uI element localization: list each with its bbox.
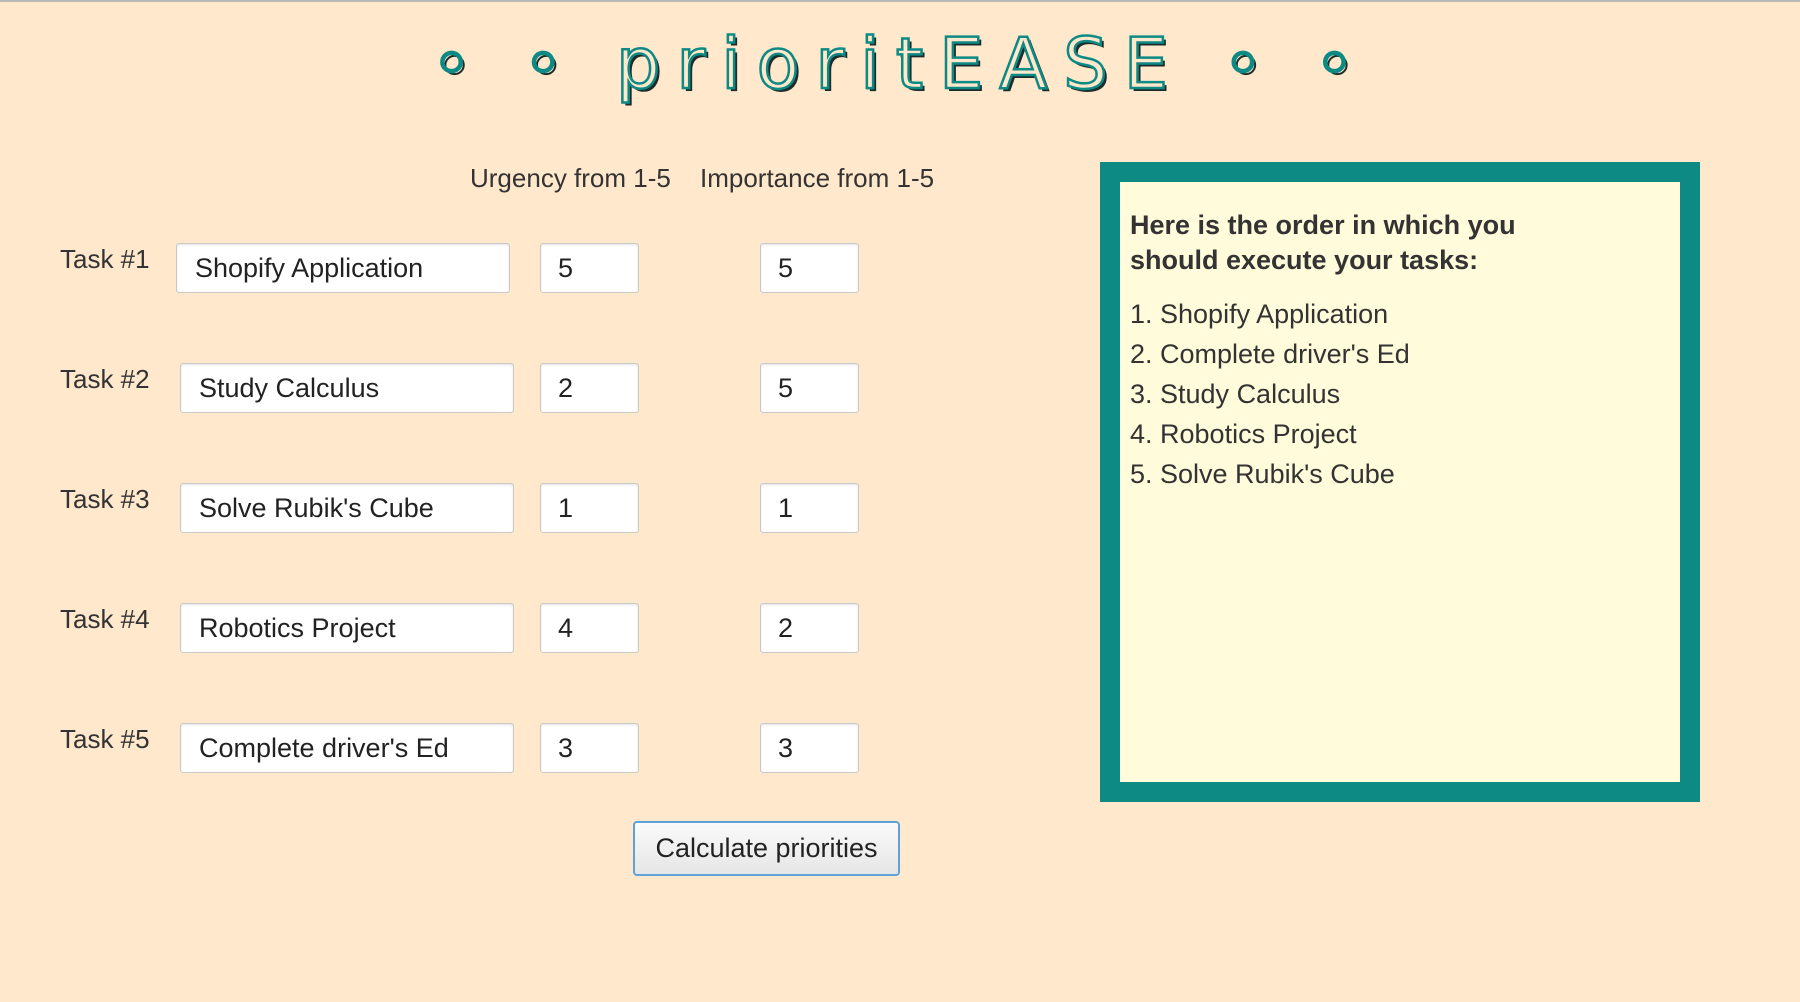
calculate-priorities-button[interactable]: Calculate priorities xyxy=(633,821,900,876)
window-top-border xyxy=(0,0,1800,2)
importance-column-header: Importance from 1-5 xyxy=(700,163,935,193)
task-2-name-input[interactable] xyxy=(180,363,514,413)
task-5-importance-input[interactable] xyxy=(760,723,859,773)
task-2-label: Task #2 xyxy=(60,364,150,394)
task-5-label: Task #5 xyxy=(60,724,150,754)
task-3-name-input[interactable] xyxy=(180,483,514,533)
result-panel: Here is the order in which you should ex… xyxy=(1100,162,1700,802)
app-title: ◦ ◦ prioritEASE ◦ ◦ xyxy=(0,20,1800,108)
priority-item-4: 4. Robotics Project xyxy=(1130,419,1357,449)
task-4-urgency-input[interactable] xyxy=(540,603,639,653)
title-dots-left: ◦ ◦ xyxy=(430,22,578,107)
task-5-name-input[interactable] xyxy=(180,723,514,773)
task-1-urgency-input[interactable] xyxy=(540,243,639,293)
urgency-column-header: Urgency from 1-5 xyxy=(470,163,671,193)
task-4-importance-input[interactable] xyxy=(760,603,859,653)
task-1-name-input[interactable] xyxy=(176,243,510,293)
task-4-name-input[interactable] xyxy=(180,603,514,653)
priority-item-3: 3. Study Calculus xyxy=(1130,379,1341,409)
task-2-importance-input[interactable] xyxy=(760,363,859,413)
task-3-label: Task #3 xyxy=(60,484,150,514)
priority-item-5: 5. Solve Rubik's Cube xyxy=(1130,459,1395,489)
title-dots-right: ◦ ◦ xyxy=(1221,22,1370,107)
task-1-label: Task #1 xyxy=(60,244,150,274)
task-3-urgency-input[interactable] xyxy=(540,483,639,533)
result-heading: Here is the order in which you should ex… xyxy=(1130,210,1516,275)
task-4-label: Task #4 xyxy=(60,604,150,634)
priority-item-1: 1. Shopify Application xyxy=(1130,299,1389,329)
task-1-importance-input[interactable] xyxy=(760,243,859,293)
task-3-importance-input[interactable] xyxy=(760,483,859,533)
task-2-urgency-input[interactable] xyxy=(540,363,639,413)
app-title-text: prioritEASE xyxy=(615,22,1184,107)
priority-item-2: 2. Complete driver's Ed xyxy=(1130,339,1410,369)
priority-list: 1. Shopify Application 2. Complete drive… xyxy=(1130,294,1670,494)
task-5-urgency-input[interactable] xyxy=(540,723,639,773)
